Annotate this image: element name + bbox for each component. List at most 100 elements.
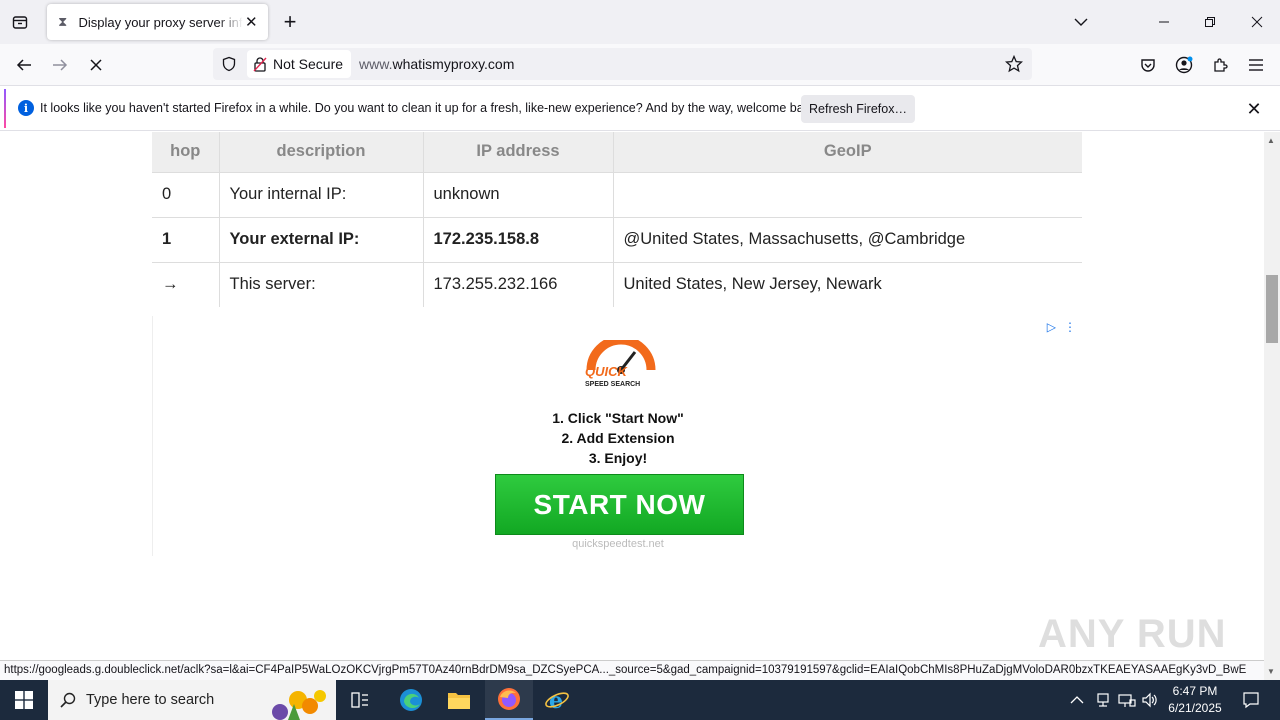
network-tray-icon[interactable]: [1095, 680, 1111, 720]
geoip-cell: United States, New Jersey, Newark: [613, 261, 1082, 307]
column-header: GeoIP: [613, 132, 1082, 172]
back-button[interactable]: [8, 49, 40, 81]
description-cell: Your external IP:: [219, 216, 424, 262]
network-icon: [1097, 693, 1109, 707]
security-label: Not Secure: [273, 56, 344, 72]
pocket-button[interactable]: [1132, 49, 1164, 81]
ad-choices[interactable]: ▷ ⋮: [1047, 320, 1076, 334]
close-icon: [1251, 16, 1263, 28]
column-header: description: [219, 132, 424, 172]
taskbar-search-box[interactable]: Type here to search: [48, 680, 336, 720]
minimize-button[interactable]: [1141, 0, 1187, 44]
show-hidden-icons-button[interactable]: [1070, 680, 1084, 720]
ad-domain[interactable]: quickspeedtest.net: [153, 538, 1083, 550]
refresh-firefox-button[interactable]: Refresh Firefox…: [801, 95, 915, 123]
proxy-hop-table: hop description IP address GeoIP 0 Your …: [152, 132, 1082, 307]
clock-date: 6/21/2025: [1168, 701, 1222, 715]
info-icon: i: [18, 100, 34, 116]
arrow-left-icon: [16, 59, 31, 71]
advertisement[interactable]: ▷ ⋮ QUICK SPEED SEARCH 1. Click "Start N…: [152, 316, 1082, 556]
insecure-lock-icon: [253, 57, 267, 72]
star-icon: [1005, 55, 1023, 73]
tab-bar: ⧗ Display your proxy server information …: [0, 0, 1280, 44]
volume-tray-icon[interactable]: [1142, 680, 1158, 720]
scroll-up-arrow-icon[interactable]: ▲: [1267, 136, 1275, 145]
edge-taskbar-button[interactable]: [387, 680, 435, 720]
ip-cell: 173.255.232.166: [423, 261, 614, 307]
notification-icon: [1243, 692, 1259, 709]
bookmark-star-button[interactable]: [1004, 54, 1024, 74]
firefox-view-icon: [12, 16, 28, 29]
geoip-cell: @United States, Massachusetts, @Cambridg…: [613, 216, 1082, 262]
link-status-bar: https://googleads.g.doubleclick.net/aclk…: [0, 660, 1264, 680]
ethernet-tray-icon[interactable]: [1118, 680, 1136, 720]
minimize-icon: [1159, 21, 1169, 23]
restore-icon: [1205, 17, 1215, 27]
url-bar[interactable]: Not Secure www.whatismyproxy.com: [213, 48, 1032, 80]
action-center-button[interactable]: [1234, 680, 1268, 720]
internet-explorer-icon: e: [545, 688, 569, 712]
table-header-row: hop description IP address GeoIP: [152, 132, 1082, 172]
file-explorer-taskbar-button[interactable]: [435, 680, 483, 720]
taskbar-clock[interactable]: 6:47 PM 6/21/2025: [1160, 683, 1230, 717]
tab-close-icon[interactable]: ✕: [243, 13, 260, 31]
task-view-button[interactable]: [336, 680, 384, 720]
logo-text-speed-search: SPEED SEARCH: [585, 381, 640, 388]
task-view-icon: [351, 692, 368, 708]
hop-cell: →: [152, 261, 220, 307]
account-button[interactable]: [1168, 49, 1200, 81]
scrollbar-thumb[interactable]: [1266, 275, 1278, 343]
stop-icon: [90, 59, 102, 71]
windows-taskbar: Type here to search e 6:47 PM 6/21/2025: [0, 680, 1280, 720]
description-cell: This server:: [219, 261, 424, 307]
windows-logo-icon: [15, 691, 33, 709]
tracking-protection-button[interactable]: [213, 48, 245, 80]
app-menu-button[interactable]: [1240, 49, 1272, 81]
list-all-tabs-button[interactable]: [1058, 0, 1104, 44]
page-scrollbar[interactable]: ▲ ▼: [1264, 132, 1280, 680]
firefox-view-button[interactable]: [0, 0, 40, 44]
close-window-button[interactable]: [1234, 0, 1280, 44]
firefox-icon: [498, 688, 520, 710]
column-header: hop: [152, 132, 220, 172]
extensions-button[interactable]: [1204, 49, 1236, 81]
table-row: 1 Your external IP: 172.235.158.8 @Unite…: [152, 216, 1082, 262]
chevron-down-icon: [1074, 18, 1088, 26]
firefox-taskbar-button[interactable]: [485, 680, 533, 720]
internet-explorer-taskbar-button[interactable]: e: [533, 680, 581, 720]
stop-loading-button[interactable]: [80, 49, 112, 81]
account-icon: [1175, 56, 1193, 74]
ad-more-icon[interactable]: ⋮: [1064, 320, 1076, 334]
search-highlight-flowers-icon: [272, 690, 326, 720]
site-security-indicator[interactable]: Not Secure: [247, 50, 352, 78]
hop-cell: 0: [152, 171, 220, 217]
logo-text-quick: QUICK: [585, 364, 629, 379]
speaker-icon: [1142, 692, 1157, 708]
search-placeholder: Type here to search: [86, 692, 215, 708]
restore-button[interactable]: [1187, 0, 1233, 44]
table-row: 0 Your internal IP: unknown: [152, 171, 1082, 217]
start-now-button[interactable]: START NOW: [495, 474, 744, 535]
quick-speed-search-logo[interactable]: QUICK SPEED SEARCH: [583, 340, 659, 388]
scroll-down-arrow-icon[interactable]: ▼: [1267, 667, 1275, 676]
new-tab-button[interactable]: +: [278, 9, 302, 34]
ad-step-2: 2. Add Extension: [561, 430, 675, 446]
adchoices-play-icon[interactable]: ▷: [1047, 320, 1056, 334]
url-text[interactable]: www.whatismyproxy.com: [359, 56, 514, 72]
arrow-right-icon: [53, 59, 68, 71]
description-cell: Your internal IP:: [219, 171, 424, 217]
page-content: hop description IP address GeoIP 0 Your …: [0, 132, 1264, 662]
forward-button[interactable]: [44, 49, 76, 81]
loading-hourglass-icon: ⧗: [58, 14, 68, 29]
edge-icon: [400, 689, 422, 711]
ad-step-1: 1. Click "Start Now": [552, 410, 684, 426]
active-tab[interactable]: ⧗ Display your proxy server information …: [47, 4, 268, 40]
ethernet-icon: [1118, 694, 1136, 707]
ad-step-3: 3. Enjoy!: [588, 450, 648, 466]
notification-close-icon[interactable]: ✕: [1244, 99, 1264, 119]
start-button[interactable]: [0, 680, 48, 720]
svg-text:e: e: [549, 688, 563, 712]
ip-cell: 172.235.158.8: [423, 216, 614, 262]
folder-icon: [448, 693, 470, 709]
clock-time: 6:47 PM: [1172, 684, 1218, 698]
